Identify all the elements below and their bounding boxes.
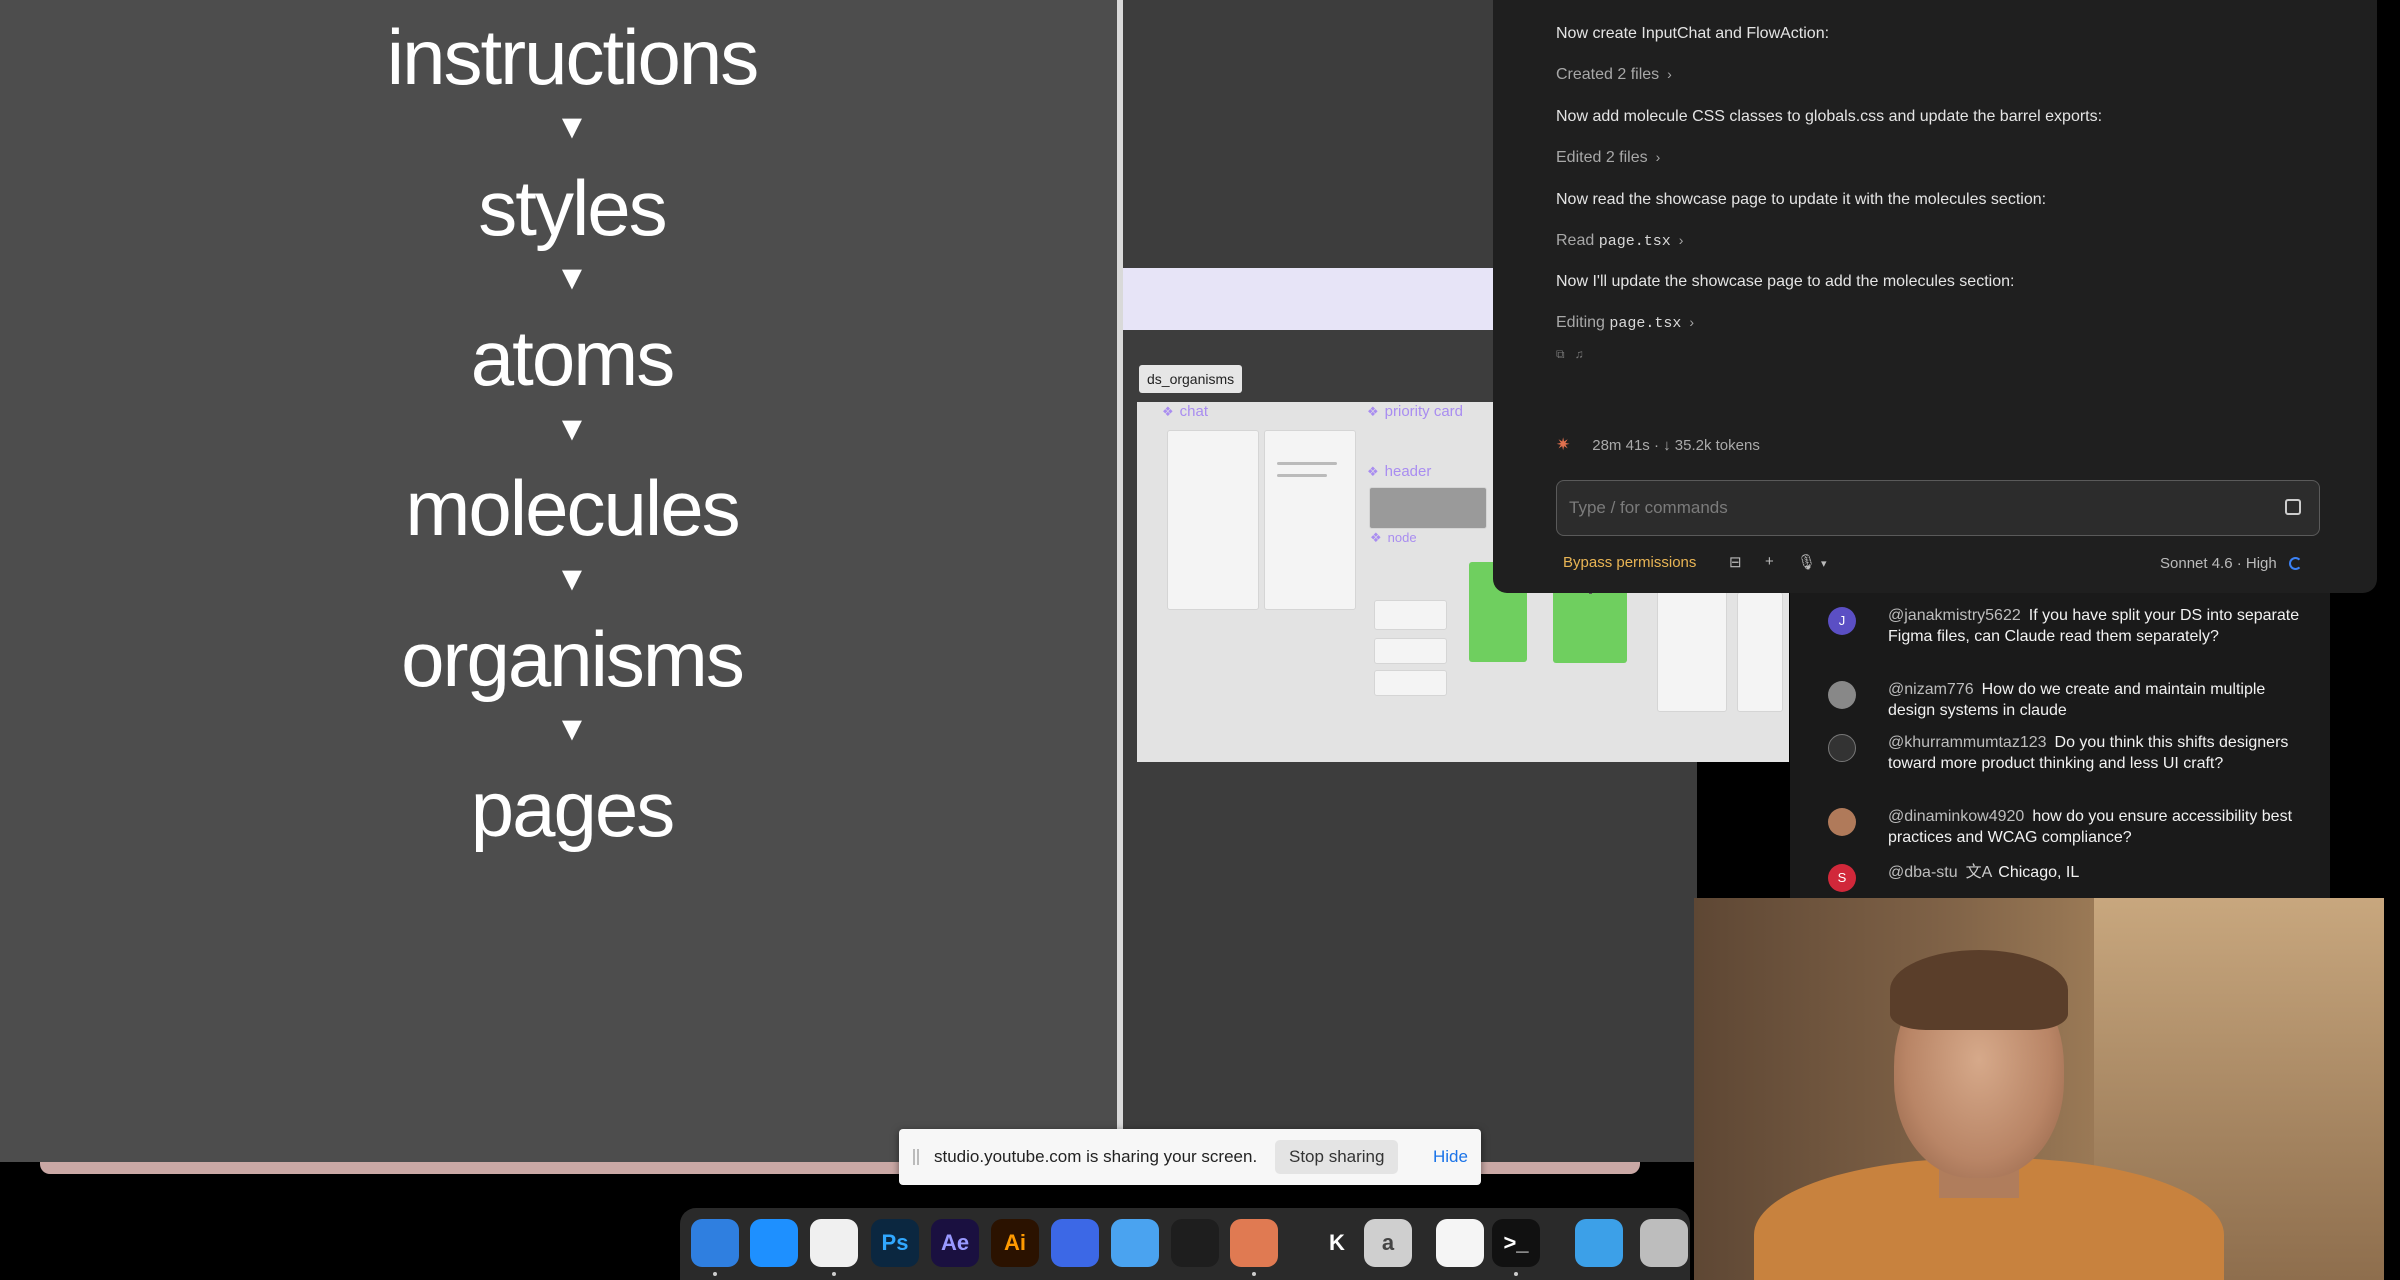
chat-card-left [1167,430,1259,610]
model-selector[interactable]: Sonnet 4.6 · High [2160,555,2302,572]
webcam-feed [1694,898,2384,1280]
node-card [1374,670,1447,696]
screen-share-bar: studio.youtube.com is sharing your scree… [899,1129,1481,1185]
header-card [1369,487,1487,529]
chevron-down-icon[interactable]: ▾ [1821,557,1827,570]
chrome-icon[interactable] [810,1219,858,1267]
vpn-icon[interactable] [1051,1219,1099,1267]
tool-result[interactable]: Read page.tsx › [1556,232,1683,250]
chevron-right-icon: › [1689,314,1695,330]
avatar: S [1828,864,1856,892]
node-card [1374,638,1447,664]
kaleidoscope-icon[interactable]: K [1313,1219,1361,1267]
node-card [1374,600,1447,630]
stop-icon[interactable] [2285,499,2301,515]
level-instructions: instructions [386,13,760,101]
chat-card-right [1264,430,1356,610]
message-actions[interactable]: ⧉ ♫ [1556,347,1584,362]
prompt-box[interactable] [1556,480,2320,536]
assistant-message: Now read the showcase page to update it … [1556,191,2047,208]
photoshop-icon[interactable]: Ps [871,1219,919,1267]
live-chat: J @janakmistry5622 If you have split your… [1790,593,2330,898]
assistant-message: Now create InputChat and FlowAction: [1556,25,1830,42]
component-label-node[interactable]: ❖ node [1370,530,1417,546]
green-node [1553,587,1627,663]
after-effects-icon[interactable]: Ae [931,1219,979,1267]
running-indicator [832,1272,836,1276]
downloads-icon[interactable] [1575,1219,1623,1267]
assistant-message: Now I'll update the showcase page to add… [1556,273,2015,290]
avatar [1828,808,1856,836]
finder-icon[interactable] [691,1219,739,1267]
level-molecules: molecules [405,464,740,552]
claude-icon[interactable] [1230,1219,1278,1267]
running-indicator [1514,1272,1518,1276]
safari-icon[interactable] [750,1219,798,1267]
component-icon: ❖ [1162,404,1174,419]
person-hair [1890,950,2068,1030]
plus-icon[interactable]: + [1765,553,1774,570]
side-card [1657,582,1727,712]
figma-icon[interactable] [1171,1219,1219,1267]
font-app-icon[interactable]: a [1364,1219,1412,1267]
trash-icon[interactable] [1640,1219,1688,1267]
stop-sharing-button[interactable]: Stop sharing [1275,1140,1399,1174]
spark-icon: ✷ [1556,435,1571,454]
text-line [1277,474,1327,477]
level-pages: pages [470,765,676,853]
tool-result[interactable]: Created 2 files › [1556,66,1672,84]
claude-code-panel: Now create InputChat and FlowAction: Cre… [1493,0,2377,593]
translate-icon[interactable]: 文A [1966,864,1993,881]
arrow-down: ▼ [555,108,589,146]
component-label-priority-card[interactable]: ❖ priority card [1367,403,1463,420]
component-label-chat[interactable]: ❖ chat [1162,403,1208,420]
running-indicator [713,1272,717,1276]
copy-icon[interactable]: ⧉ [1556,347,1565,361]
drag-handle-icon[interactable] [913,1149,919,1165]
side-card [1737,592,1783,712]
avatar [1828,734,1856,762]
arrow-down: ▼ [555,560,589,598]
component-label-header[interactable]: ❖ header [1367,463,1431,480]
level-styles: styles [478,164,667,252]
hide-link[interactable]: Hide [1433,1147,1468,1167]
pane-divider[interactable] [1117,0,1123,1162]
command-input[interactable] [1569,495,2249,521]
illustrator-icon[interactable]: Ai [991,1219,1039,1267]
component-icon: ❖ [1367,464,1379,479]
sharing-message: studio.youtube.com is sharing your scree… [934,1147,1258,1166]
avatar [1828,681,1856,709]
arrow-down: ▼ [555,710,589,748]
permissions-mode[interactable]: Bypass permissions [1563,554,1696,571]
component-icon: ❖ [1370,530,1382,545]
mic-icon[interactable]: 🎙 [1797,553,1816,571]
arrow-down: ▼ [555,259,589,297]
terminal-icon[interactable]: >_ [1492,1219,1540,1267]
bell-icon[interactable]: ♫ [1575,347,1584,361]
tool-result[interactable]: Edited 2 files › [1556,149,1660,167]
chevron-right-icon: › [1655,149,1661,165]
running-indicator [1252,1272,1256,1276]
chevron-right-icon: › [1667,66,1672,82]
loading-spinner-icon [2288,557,2302,570]
level-atoms: atoms [470,314,675,402]
tool-result[interactable]: Editing page.tsx › [1556,314,1694,332]
mail-icon[interactable] [1111,1219,1159,1267]
arrow-down: ▼ [555,410,589,448]
assistant-message: Now add molecule CSS classes to globals.… [1556,108,2103,125]
text-line [1277,462,1337,465]
notes-icon[interactable] [1436,1219,1484,1267]
level-organisms: organisms [401,615,745,703]
presentation-slide: instructions ▼ styles ▼ atoms ▼ molecule… [0,0,1117,1162]
layout-icon[interactable]: ⊟ [1729,553,1742,571]
frame-label[interactable]: ds_organisms [1139,365,1243,393]
avatar: J [1828,607,1856,635]
component-icon: ❖ [1367,404,1379,419]
run-status: ✷ 28m 41s · ↓ 35.2k tokens [1556,435,1760,454]
chevron-right-icon: › [1678,232,1684,248]
selection-band [1123,268,1493,330]
